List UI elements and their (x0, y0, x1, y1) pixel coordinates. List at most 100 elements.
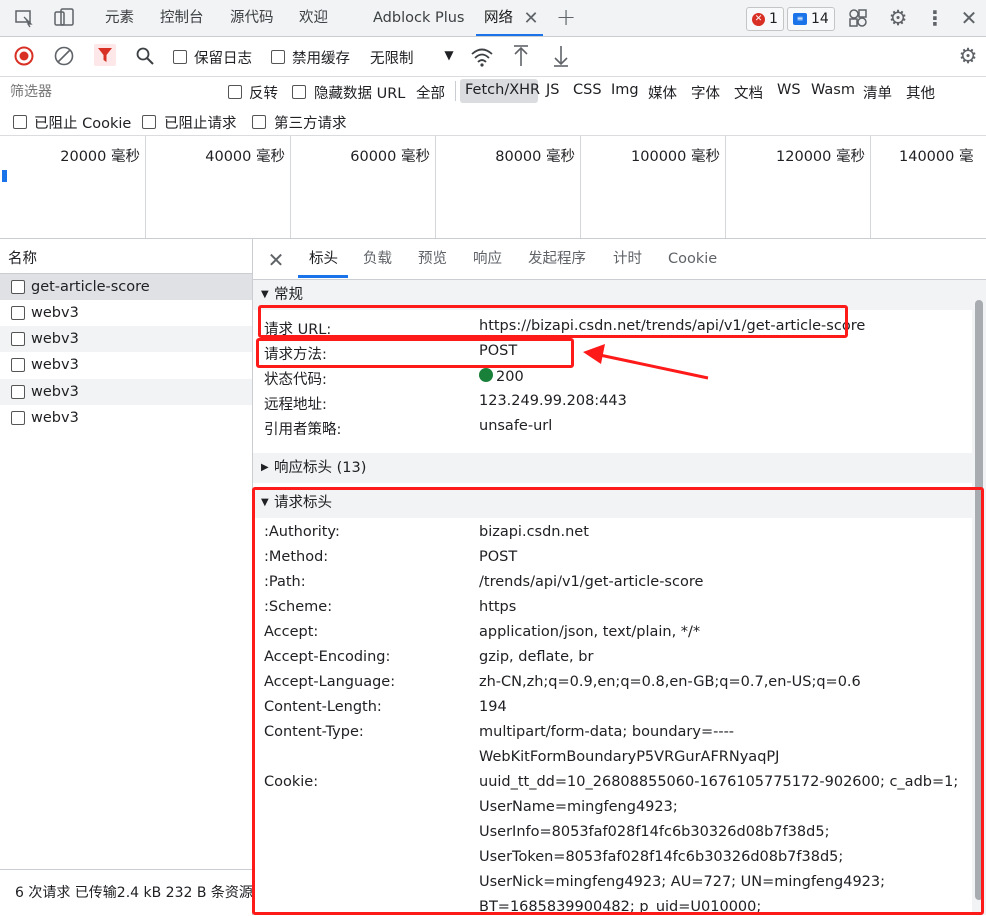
filter-type-wasm[interactable]: Wasm (811, 82, 855, 98)
list-item[interactable]: webv3 (0, 379, 252, 405)
network-conditions-icon[interactable] (470, 45, 494, 69)
blocked-cookies-checkbox[interactable] (13, 115, 27, 129)
timeline-column: 40000 毫秒 (146, 136, 291, 238)
tab-timing[interactable]: 计时 (613, 239, 642, 279)
timeline-column: 100000 毫秒 (581, 136, 726, 238)
timeline-overview[interactable]: 20000 毫秒 40000 毫秒 60000 毫秒 80000 毫秒 1000… (0, 136, 986, 239)
remote-address-value: 123.249.99.208:443 (479, 393, 627, 409)
request-icon (11, 411, 25, 425)
annotation-box-method (256, 338, 574, 368)
referrer-policy-value: unsafe-url (479, 418, 553, 434)
request-list-header[interactable]: 名称 (0, 239, 252, 274)
status-code-text: 200 (496, 369, 524, 385)
device-toolbar-icon[interactable] (52, 7, 76, 29)
filter-type-css[interactable]: CSS (573, 82, 602, 98)
list-item[interactable]: webv3 (0, 326, 252, 352)
timeline-request-bar (2, 170, 7, 182)
inspect-element-icon[interactable] (12, 7, 36, 29)
request-icon (11, 358, 25, 372)
tab-network[interactable]: 网络 (476, 0, 543, 36)
tab-response[interactable]: 响应 (473, 239, 502, 279)
filter-type-img[interactable]: Img (611, 82, 639, 98)
errors-count: 1 (769, 11, 778, 27)
timeline-label: 120000 毫秒 (776, 149, 865, 165)
blocked-requests-label: 已阻止请求 (164, 116, 237, 132)
filter-type-media[interactable]: 媒体 (648, 82, 677, 103)
list-item[interactable]: webv3 (0, 300, 252, 326)
invert-checkbox[interactable] (228, 85, 242, 99)
network-toolbar: 保留日志 禁用缓存 无限制 ▼ ⚙ (0, 37, 986, 77)
close-details-icon[interactable]: ✕ (265, 248, 287, 272)
tab-headers[interactable]: 标头 (309, 239, 338, 279)
customize-icon[interactable] (846, 7, 870, 29)
filter-type-font[interactable]: 字体 (691, 82, 720, 103)
tab-initiator[interactable]: 发起程序 (528, 239, 586, 279)
preserve-log-label: 保留日志 (194, 51, 252, 67)
record-button[interactable] (14, 46, 34, 66)
filter-type-manifest[interactable]: 清单 (863, 82, 892, 103)
filter-type-ws[interactable]: WS (777, 82, 801, 98)
tab-elements[interactable]: 元素 (105, 0, 134, 36)
tab-sources[interactable]: 源代码 (230, 0, 274, 36)
list-item[interactable]: get-article-score (0, 274, 252, 300)
filter-type-js[interactable]: JS (546, 82, 559, 98)
export-har-icon[interactable] (550, 43, 572, 69)
timeline-label: 40000 毫秒 (205, 149, 285, 165)
name-column-header[interactable]: 名称 (8, 247, 37, 268)
dropdown-arrow-icon[interactable]: ▼ (442, 48, 456, 62)
list-item[interactable]: webv3 (0, 352, 252, 378)
tab-welcome[interactable]: 欢迎 (299, 0, 328, 36)
divider (455, 81, 456, 101)
response-headers-section-header[interactable]: ▶ 响应标头 (13) (253, 453, 972, 483)
throttling-select[interactable]: 无限制 (370, 47, 414, 68)
filter-type-doc[interactable]: 文档 (734, 82, 763, 103)
timeline-label: 140000 毫 (899, 149, 974, 165)
more-options-icon[interactable]: ⋮ (925, 6, 945, 30)
collapsed-triangle-icon: ▶ (261, 462, 269, 473)
disable-cache-label: 禁用缓存 (292, 51, 350, 67)
hide-data-url-checkbox[interactable] (292, 85, 306, 99)
network-settings-gear-icon[interactable]: ⚙ (956, 44, 980, 68)
import-har-icon[interactable] (510, 43, 532, 69)
messages-count: 14 (811, 11, 829, 27)
timeline-column: 60000 毫秒 (291, 136, 436, 238)
third-party-checkbox[interactable] (252, 115, 266, 129)
tab-adblock-plus[interactable]: Adblock Plus (373, 0, 464, 36)
close-devtools-icon[interactable]: ✕ (958, 6, 980, 30)
filter-type-other[interactable]: 其他 (906, 82, 935, 103)
request-icon (11, 306, 25, 320)
request-icon (11, 332, 25, 346)
request-icon (11, 280, 25, 294)
timeline-label: 80000 毫秒 (495, 149, 575, 165)
search-icon[interactable] (134, 45, 156, 67)
filter-all[interactable]: 全部 (416, 82, 445, 103)
request-icon (11, 385, 25, 399)
blocked-requests-checkbox[interactable] (142, 115, 156, 129)
filter-type-fetch-xhr[interactable]: Fetch/XHR (465, 82, 540, 98)
settings-gear-icon[interactable]: ⚙ (886, 6, 910, 30)
status-summary: 6 次请求 已传输2.4 kB 232 B 条资源 (15, 885, 252, 901)
request-name: webv3 (31, 384, 79, 400)
request-name: webv3 (31, 331, 79, 347)
close-tab-icon[interactable]: ✕ (522, 8, 540, 29)
list-item[interactable]: webv3 (0, 405, 252, 431)
request-name: webv3 (31, 410, 79, 426)
preserve-log-checkbox[interactable] (173, 50, 187, 64)
response-headers-title: 响应标头 (13) (274, 460, 367, 476)
clear-button[interactable] (54, 46, 74, 66)
disable-cache-checkbox[interactable] (271, 50, 285, 64)
timeline-label: 100000 毫秒 (631, 149, 720, 165)
add-tab-icon[interactable]: + (555, 3, 577, 31)
errors-badge[interactable]: ✕ 1 (746, 7, 784, 31)
tab-cookies[interactable]: Cookie (668, 239, 717, 279)
tab-payload[interactable]: 负载 (363, 239, 392, 279)
filter-bar: 反转 隐藏数据 URL 全部 Fetch/XHR JS CSS Img 媒体 字… (0, 77, 986, 136)
timeline-column: 120000 毫秒 (726, 136, 871, 238)
messages-badge[interactable]: ≡ 14 (787, 7, 835, 31)
filter-icon[interactable] (94, 44, 116, 66)
timeline-column: 20000 毫秒 (0, 136, 146, 238)
timeline-column: 140000 毫 (871, 136, 985, 238)
filter-input[interactable] (4, 80, 220, 104)
tab-console[interactable]: 控制台 (160, 0, 204, 36)
tab-preview[interactable]: 预览 (418, 239, 447, 279)
